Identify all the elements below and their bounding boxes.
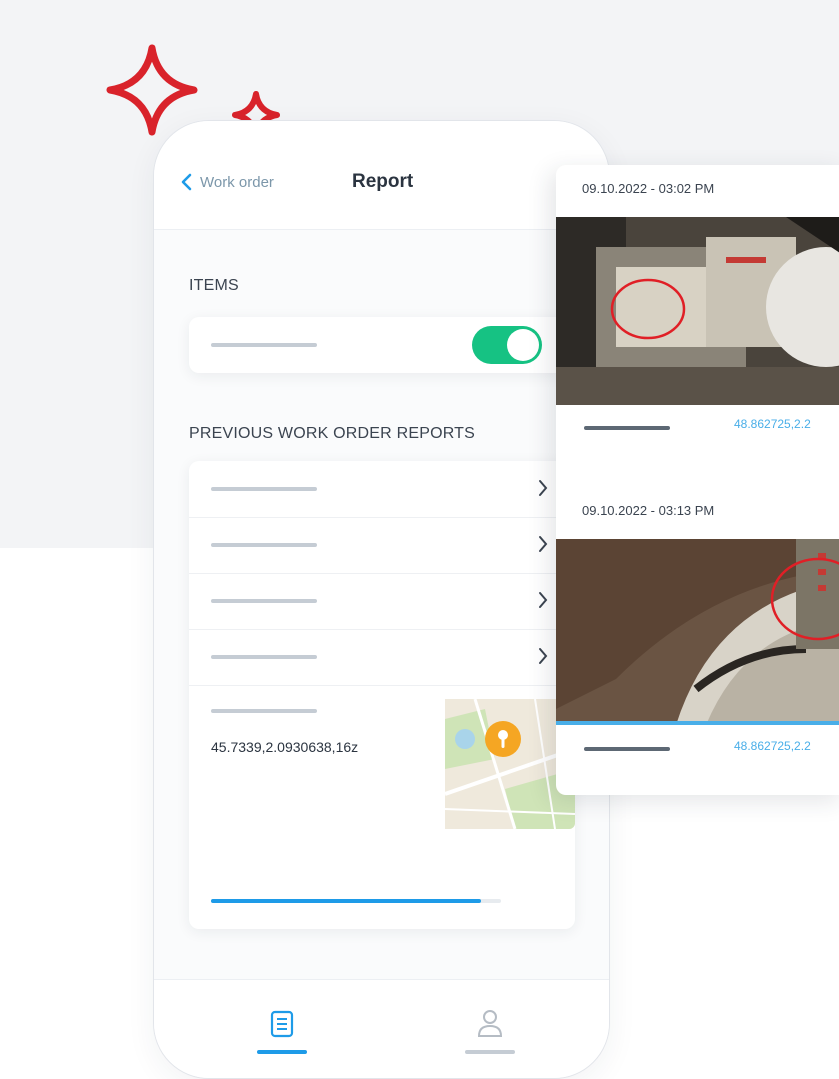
tab-profile[interactable] [460,1000,520,1056]
report-row-placeholder [211,543,317,547]
reports-section-label: PREVIOUS WORK ORDER REPORTS [189,425,476,442]
report-list-icon [270,1010,294,1038]
photo-placeholder [584,747,670,751]
back-button-label: Work order [200,173,274,191]
report-row[interactable] [189,517,575,574]
report-row-placeholder [211,655,317,659]
photo-timestamp: 09.10.2022 - 03:13 PM [582,503,715,518]
reports-card: 45.7339,2.0930638,16z [189,461,575,929]
photo-reports-card: 09.10.2022 - 03:02 PM 48.862725,2.2 09.1… [556,165,839,795]
tab-indicator [465,1050,515,1054]
chevron-right-icon [539,648,548,664]
items-card [189,317,599,373]
report-row-placeholder [211,487,317,491]
chevron-left-icon [181,173,192,191]
photo-placeholder [584,426,670,430]
chevron-right-icon [539,480,548,496]
photo-coords[interactable]: 48.862725,2.2 [734,739,811,753]
tab-bar [154,979,609,1078]
photo-thumbnail[interactable] [556,217,839,405]
location-placeholder [211,709,317,713]
tab-reports[interactable] [252,1000,312,1056]
progress-fill [211,899,481,903]
report-row[interactable] [189,573,575,630]
report-row[interactable] [189,629,575,686]
toggle-knob [507,329,539,361]
location-coords: 45.7339,2.0930638,16z [211,739,359,755]
back-button[interactable]: Work order [180,173,274,191]
report-row-placeholder [211,599,317,603]
phone-frame: Work order Report ITEMS PREVIOUS WORK OR… [153,120,610,1079]
item-placeholder [211,343,317,347]
photo-coords[interactable]: 48.862725,2.2 [734,417,811,431]
location-pin-icon [485,721,521,757]
photo-timestamp: 09.10.2022 - 03:02 PM [582,181,715,196]
items-section-label: ITEMS [189,277,239,294]
page-title: Report [352,171,414,192]
progress-bar [211,899,501,903]
profile-icon [477,1010,503,1037]
item-toggle[interactable] [472,326,542,364]
nav-header: Work order Report [154,121,609,230]
photo-thumbnail[interactable] [556,539,839,725]
chevron-right-icon [539,592,548,608]
report-row[interactable] [189,461,575,518]
chevron-right-icon [539,536,548,552]
tab-active-indicator [257,1050,307,1054]
